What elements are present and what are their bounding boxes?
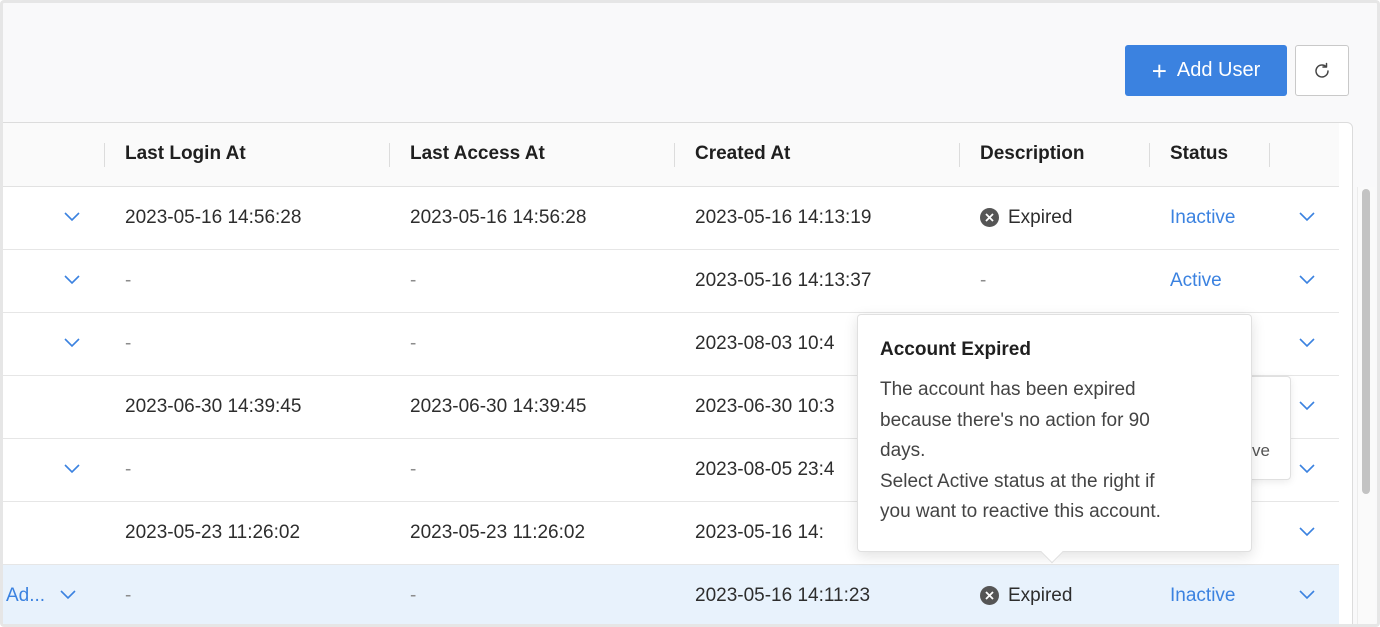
chevron-down-icon[interactable] — [1299, 464, 1315, 474]
description-cell[interactable]: Expired — [959, 186, 1149, 250]
last-login-cell: 2023-05-16 14:56:28 — [104, 186, 389, 250]
description-text: Expired — [1008, 584, 1073, 606]
table-row-selected[interactable]: Ad... - - 2023-05-16 14:11:23 Expired In… — [3, 564, 1339, 624]
column-header-last-access[interactable]: Last Access At — [389, 123, 674, 187]
tooltip-body: The account has been expired because the… — [880, 379, 1161, 522]
last-access-cell: - — [389, 249, 674, 313]
truncated-link[interactable]: Ad... — [6, 585, 45, 606]
chevron-down-icon[interactable] — [64, 275, 80, 285]
tooltip-title: Account Expired — [880, 339, 1031, 360]
table-row[interactable]: 2023-05-16 14:56:28 2023-05-16 14:56:28 … — [3, 186, 1339, 250]
chevron-down-icon[interactable] — [60, 590, 76, 600]
row-expand-cell[interactable] — [3, 249, 104, 313]
status-dropdown-toggle[interactable] — [1269, 501, 1339, 565]
chevron-down-icon[interactable] — [1299, 275, 1315, 285]
plus-icon: + — [1151, 55, 1167, 86]
last-access-cell: - — [389, 438, 674, 502]
last-access-cell: - — [389, 564, 674, 624]
chevron-down-icon[interactable] — [1299, 527, 1315, 537]
description-cell[interactable]: Expired — [959, 564, 1149, 624]
table-header-row: Last Login At Last Access At Created At … — [3, 123, 1339, 187]
last-login-cell: 2023-06-30 14:39:45 — [104, 375, 389, 439]
page-frame: + Add User Last Login At Last Access At … — [0, 0, 1380, 627]
close-circle-icon — [980, 586, 999, 606]
status-dropdown-toggle[interactable] — [1269, 312, 1339, 376]
last-login-cell: - — [104, 564, 389, 624]
status-dropdown-toggle[interactable] — [1269, 564, 1339, 624]
refresh-icon — [1315, 62, 1329, 78]
column-header-created-at[interactable]: Created At — [674, 123, 959, 187]
last-login-cell: - — [104, 249, 389, 313]
refresh-button[interactable] — [1295, 45, 1349, 96]
dropdown-option-partial[interactable]: ve — [1252, 441, 1270, 460]
row-expand-cell[interactable] — [3, 312, 104, 376]
chevron-down-icon[interactable] — [64, 464, 80, 474]
last-access-cell: 2023-05-23 11:26:02 — [389, 501, 674, 565]
created-at-cell: 2023-05-16 14:11:23 — [674, 564, 959, 624]
column-header-last-login[interactable]: Last Login At — [104, 123, 389, 187]
status-dropdown-label[interactable]: Active — [1149, 249, 1269, 313]
last-login-cell: - — [104, 438, 389, 502]
add-user-button[interactable]: + Add User — [1125, 45, 1287, 96]
status-dropdown-toggle[interactable] — [1269, 186, 1339, 250]
close-circle-icon — [980, 208, 999, 228]
chevron-down-icon[interactable] — [64, 212, 80, 222]
toolbar: + Add User — [1125, 45, 1349, 96]
created-at-cell: 2023-05-16 14:13:37 — [674, 249, 959, 313]
created-at-cell: 2023-05-16 14:13:19 — [674, 186, 959, 250]
add-user-label: Add User — [1176, 59, 1261, 81]
column-header-status[interactable]: Status — [1149, 123, 1269, 187]
scrollbar-thumb[interactable] — [1362, 189, 1370, 494]
chevron-down-icon[interactable] — [1299, 212, 1315, 222]
status-dropdown-label[interactable]: Inactive — [1149, 186, 1269, 250]
column-header-description[interactable]: Description — [959, 123, 1149, 187]
row-expand-cell[interactable] — [3, 186, 104, 250]
column-header-actions — [1269, 123, 1339, 187]
row-expand-cell — [3, 501, 104, 565]
table-row[interactable]: - - 2023-05-16 14:13:37 - Active — [3, 249, 1339, 313]
row-expand-cell[interactable]: Ad... — [3, 564, 104, 624]
status-dropdown-label[interactable]: Inactive — [1149, 564, 1269, 624]
last-login-cell: 2023-05-23 11:26:02 — [104, 501, 389, 565]
row-expand-cell[interactable] — [3, 438, 104, 502]
row-expand-cell — [3, 375, 104, 439]
description-text: Expired — [1008, 206, 1073, 228]
last-access-cell: - — [389, 312, 674, 376]
chevron-down-icon[interactable] — [64, 338, 80, 348]
chevron-down-icon[interactable] — [1299, 338, 1315, 348]
account-expired-tooltip: Account Expired The account has been exp… — [857, 314, 1252, 564]
last-access-cell: 2023-06-30 14:39:45 — [389, 375, 674, 439]
last-login-cell: - — [104, 312, 389, 376]
status-dropdown-toggle[interactable] — [1269, 249, 1339, 313]
last-access-cell: 2023-05-16 14:56:28 — [389, 186, 674, 250]
chevron-down-icon[interactable] — [1299, 590, 1315, 600]
column-header-prev — [3, 123, 104, 187]
chevron-down-icon[interactable] — [1299, 401, 1315, 411]
description-cell: - — [959, 249, 1149, 313]
